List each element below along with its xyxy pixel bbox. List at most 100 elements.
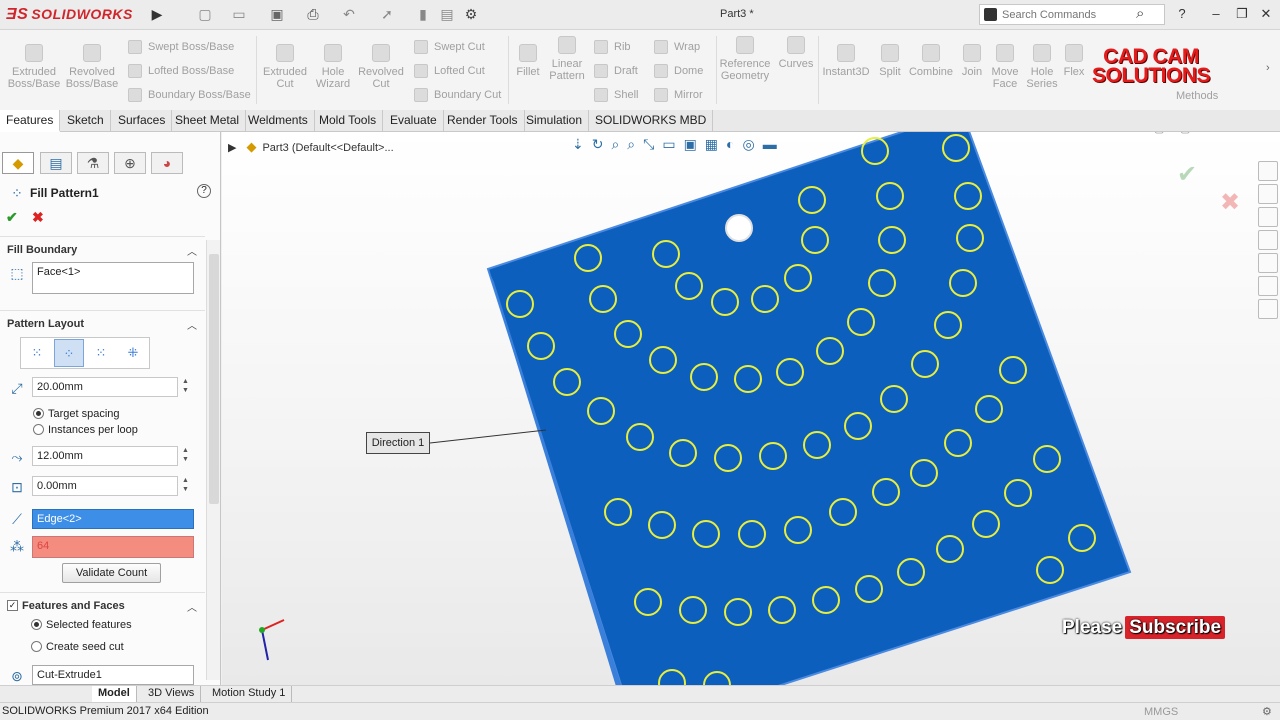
- features-and-faces-checkbox[interactable]: ✓: [7, 600, 18, 611]
- close-icon[interactable]: ✕: [1256, 5, 1276, 23]
- tab-3d-views[interactable]: 3D Views: [142, 686, 202, 702]
- panel-scrollbar[interactable]: [206, 240, 220, 680]
- tab-surfaces[interactable]: Surfaces: [112, 110, 173, 132]
- file-properties-icon[interactable]: ▤: [438, 6, 456, 23]
- tab-render-tools[interactable]: Render Tools: [441, 110, 525, 132]
- target-spacing-radio[interactable]: Target spacing: [33, 408, 120, 420]
- search-input[interactable]: [1002, 7, 1132, 23]
- menu-expand-icon[interactable]: ▶: [148, 6, 166, 23]
- hole-series-button[interactable]: Hole Series: [1024, 44, 1060, 90]
- undo-icon[interactable]: ↶: [340, 6, 358, 23]
- mirror-button[interactable]: Mirror: [654, 88, 703, 102]
- reference-geometry-button[interactable]: Reference Geometry: [718, 36, 772, 82]
- spinner-arrows[interactable]: ▲ ▼: [180, 476, 191, 496]
- ok-check-icon[interactable]: ✔: [6, 209, 18, 226]
- plate-body[interactable]: [486, 132, 1132, 685]
- move-face-button[interactable]: Move Face: [988, 44, 1022, 90]
- search-commands-box[interactable]: ⌕: [979, 4, 1165, 25]
- rebuild-icon[interactable]: ▮: [414, 6, 432, 23]
- graphics-area[interactable]: ▶ ◆ Part3 (Default<<Default>... ⇣↻⌕⌕⤡▭▣▦◐◎…: [222, 132, 1280, 685]
- customize-icon[interactable]: ⚙: [1262, 705, 1272, 718]
- fill-boundary-list[interactable]: Face<1>: [32, 262, 194, 294]
- instance-count-field[interactable]: 64: [32, 536, 194, 558]
- extruded-boss-button[interactable]: Extruded Boss/Base: [6, 44, 62, 90]
- tab-sketch[interactable]: Sketch: [61, 110, 111, 132]
- custom-properties-icon[interactable]: [1258, 276, 1278, 296]
- unit-system[interactable]: MMGS: [1144, 706, 1178, 718]
- tab-evaluate[interactable]: Evaluate: [384, 110, 444, 132]
- feature-manager-tab-icon[interactable]: ◆: [2, 152, 34, 174]
- instance-spacing-input[interactable]: 12.00mm: [32, 446, 178, 466]
- extruded-cut-button[interactable]: Extruded Cut: [260, 44, 310, 90]
- display-manager-tab-icon[interactable]: ◕: [151, 152, 183, 174]
- rib-button[interactable]: Rib: [594, 40, 631, 54]
- view-palette-icon[interactable]: [1258, 230, 1278, 250]
- scrollbar-thumb[interactable]: [209, 254, 219, 504]
- spinner-arrows[interactable]: ▲ ▼: [180, 446, 191, 466]
- draft-button[interactable]: Draft: [594, 64, 638, 78]
- spinner-arrows[interactable]: ▲ ▼: [180, 377, 191, 397]
- square-layout-icon[interactable]: ⁙: [86, 339, 116, 367]
- features-and-faces-heading[interactable]: Features and Faces: [22, 600, 125, 612]
- minimize-icon[interactable]: –: [1206, 5, 1226, 23]
- dimxpert-tab-icon[interactable]: ⊕: [114, 152, 146, 174]
- tab-weldments[interactable]: Weldments: [242, 110, 315, 132]
- pattern-layout-heading[interactable]: Pattern Layout: [7, 318, 84, 330]
- collapse-chevron-icon[interactable]: ︿: [187, 599, 197, 614]
- configuration-manager-tab-icon[interactable]: ⚗: [77, 152, 109, 174]
- validate-count-button[interactable]: Validate Count: [62, 563, 161, 583]
- linear-pattern-button[interactable]: Linear Pattern: [546, 36, 588, 82]
- dome-button[interactable]: Dome: [654, 64, 703, 78]
- polygon-layout-icon[interactable]: ⁜: [118, 339, 148, 367]
- forum-icon[interactable]: [1258, 299, 1278, 319]
- seed-hole[interactable]: [725, 214, 753, 242]
- instances-per-loop-radio[interactable]: Instances per loop: [33, 424, 138, 436]
- instant3d-button[interactable]: Instant3D: [820, 44, 872, 78]
- file-explorer-icon[interactable]: [1258, 207, 1278, 227]
- selected-features-radio[interactable]: Selected features: [31, 619, 132, 631]
- direction-callout[interactable]: Direction 1: [366, 432, 430, 454]
- swept-boss-button[interactable]: Swept Boss/Base: [128, 40, 234, 54]
- ribbon-scroll-right-icon[interactable]: ›: [1266, 62, 1270, 74]
- appearances-icon[interactable]: [1258, 253, 1278, 273]
- open-document-icon[interactable]: ▭: [230, 6, 248, 23]
- shell-button[interactable]: Shell: [594, 88, 638, 102]
- curves-button[interactable]: Curves: [776, 36, 816, 70]
- perforation-layout-icon[interactable]: ⁙: [22, 339, 52, 367]
- options-gear-icon[interactable]: ⚙: [462, 6, 480, 23]
- print-icon[interactable]: ⎙: [304, 6, 322, 23]
- select-icon[interactable]: ➚: [378, 6, 396, 23]
- collapse-chevron-icon[interactable]: ︿: [187, 243, 197, 258]
- search-icon[interactable]: ⌕: [1136, 5, 1144, 22]
- tab-model[interactable]: Model: [92, 686, 137, 702]
- tab-features[interactable]: Features: [0, 110, 61, 132]
- revolved-cut-button[interactable]: Revolved Cut: [356, 44, 406, 90]
- tab-sheet-metal[interactable]: Sheet Metal: [169, 110, 247, 132]
- collapse-chevron-icon[interactable]: ︿: [187, 317, 197, 332]
- features-to-pattern-list[interactable]: Cut-Extrude1: [32, 665, 194, 685]
- fill-boundary-heading[interactable]: Fill Boundary: [7, 244, 77, 256]
- help-icon[interactable]: ?: [1172, 5, 1192, 23]
- wrap-button[interactable]: Wrap: [654, 40, 700, 54]
- tab-mold-tools[interactable]: Mold Tools: [313, 110, 384, 132]
- boundary-cut-button[interactable]: Boundary Cut: [414, 88, 501, 102]
- hole-wizard-button[interactable]: Hole Wizard: [310, 44, 356, 90]
- create-seed-cut-radio[interactable]: Create seed cut: [31, 641, 124, 653]
- split-button[interactable]: Split: [874, 44, 906, 78]
- save-icon[interactable]: ▣: [268, 6, 286, 23]
- lofted-cut-button[interactable]: Lofted Cut: [414, 64, 485, 78]
- property-manager-tab-icon[interactable]: ▤: [40, 152, 72, 174]
- circular-layout-icon[interactable]: ⁘: [54, 339, 84, 367]
- fillet-button[interactable]: Fillet: [512, 44, 544, 78]
- tab-simulation[interactable]: Simulation: [520, 110, 590, 132]
- margin-input[interactable]: 0.00mm: [32, 476, 178, 496]
- tab-motion-study[interactable]: Motion Study 1: [206, 686, 293, 702]
- flex-button[interactable]: Flex: [1060, 44, 1088, 78]
- boundary-boss-button[interactable]: Boundary Boss/Base: [128, 88, 251, 102]
- home-icon[interactable]: [1258, 161, 1278, 181]
- join-button[interactable]: Join: [958, 44, 986, 78]
- cancel-x-icon[interactable]: ✖: [32, 209, 44, 226]
- tab-solidworks-mbd[interactable]: SOLIDWORKS MBD: [589, 110, 714, 132]
- solidworks-logo[interactable]: ƎS SOLIDWORKS: [6, 6, 133, 24]
- revolved-boss-button[interactable]: Revolved Boss/Base: [64, 44, 120, 90]
